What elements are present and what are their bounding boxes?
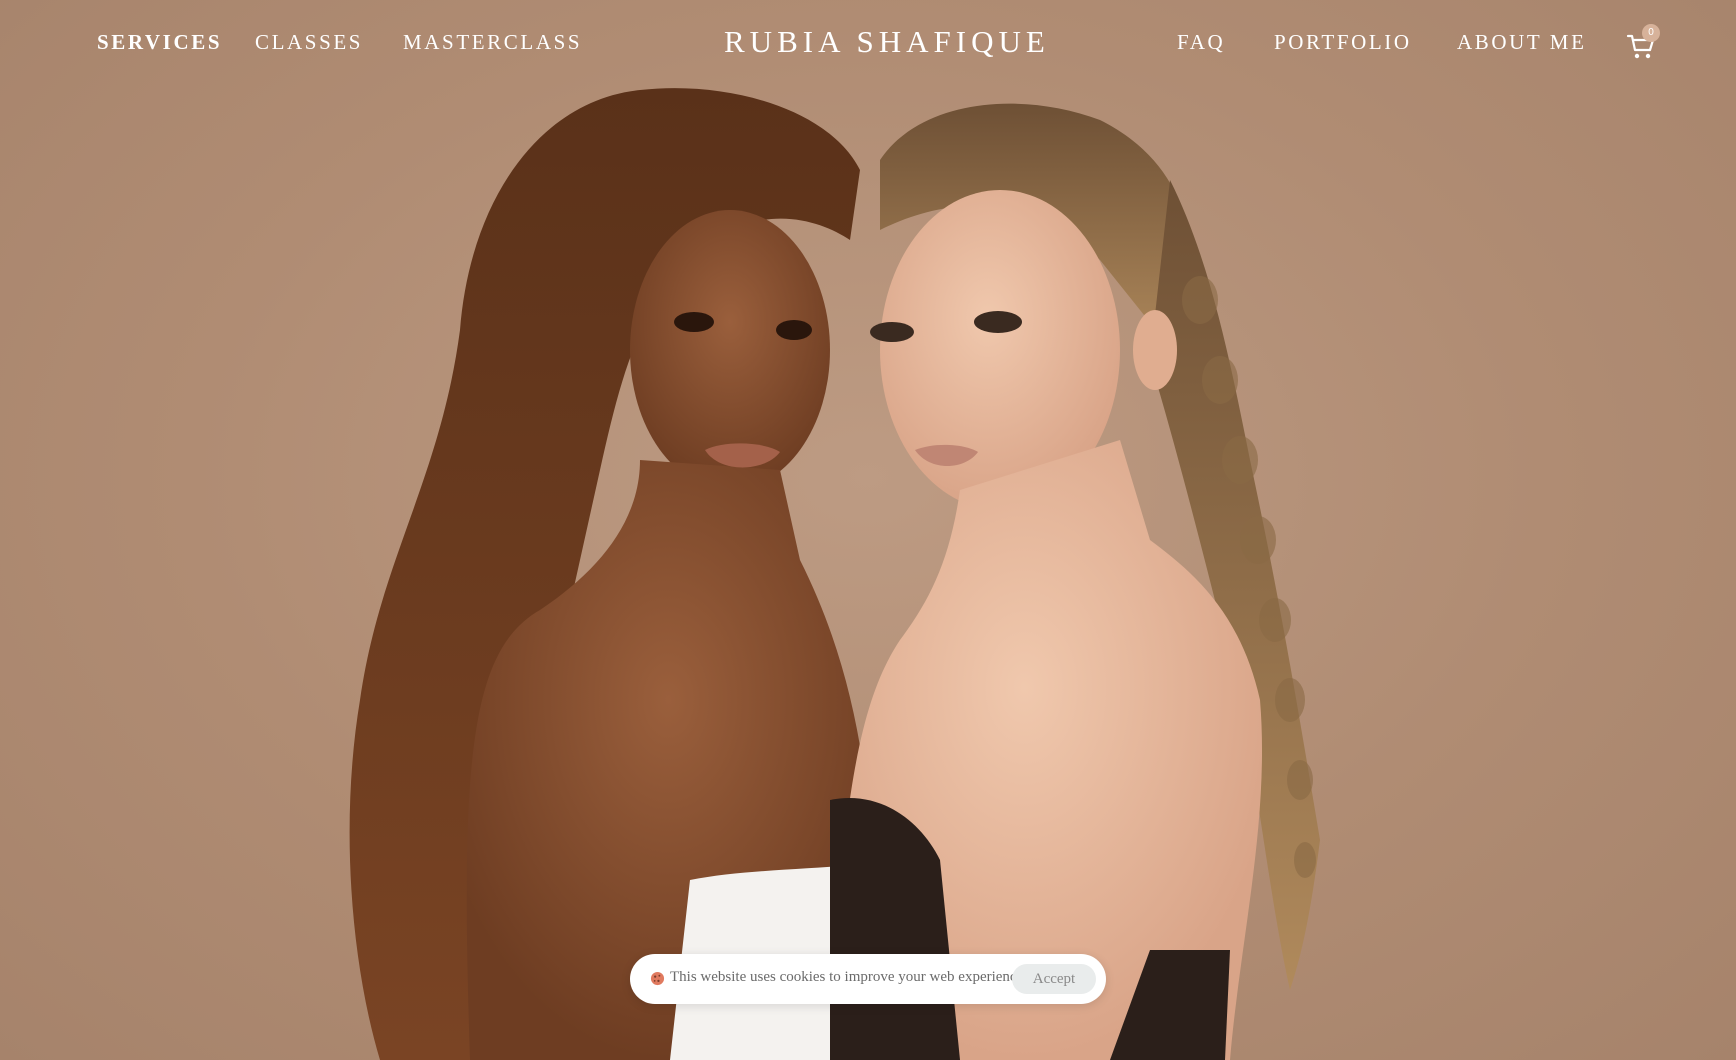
cookie-accept-button[interactable]: Accept: [1012, 964, 1096, 994]
nav-masterclass[interactable]: MASTERCLASS: [403, 30, 582, 55]
cookie-icon: [650, 971, 665, 986]
nav-services[interactable]: SERVICES: [97, 30, 222, 55]
main-nav: SERVICES CLASSES MASTERCLASS RUBIA SHAFI…: [0, 0, 1736, 90]
hero-image: [0, 0, 1736, 1060]
nav-portfolio[interactable]: PORTFOLIO: [1274, 30, 1412, 55]
cart-count-badge: 0: [1642, 24, 1660, 42]
cart-button[interactable]: 0: [1624, 24, 1668, 64]
nav-faq[interactable]: FAQ: [1177, 30, 1225, 55]
cookie-message: This website uses cookies to improve you…: [670, 969, 1027, 985]
nav-about-me[interactable]: ABOUT ME: [1457, 30, 1587, 55]
hero-illustration: [349, 88, 1320, 1060]
brand-logo[interactable]: RUBIA SHAFIQUE: [724, 24, 1045, 60]
cookie-banner: This website uses cookies to improve you…: [630, 954, 1106, 1004]
nav-classes[interactable]: CLASSES: [255, 30, 363, 55]
